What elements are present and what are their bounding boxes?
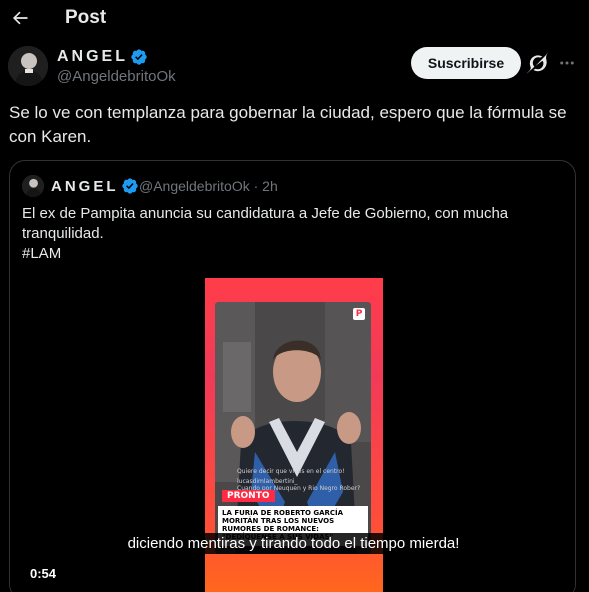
hashtag-link[interactable]: #LAM bbox=[22, 244, 542, 264]
arrow-left-icon bbox=[12, 11, 28, 25]
video-subtitle-text: diciendo mentiras y tirando todo el tiem… bbox=[123, 533, 464, 554]
page-title: Post bbox=[65, 7, 107, 28]
grok-button[interactable] bbox=[526, 50, 550, 74]
more-horizontal-icon bbox=[560, 61, 574, 65]
more-button[interactable] bbox=[556, 52, 578, 74]
pronto-badge: PRONTO bbox=[222, 490, 275, 502]
quoted-post-text: El ex de Pampita anuncia su candidatura … bbox=[22, 204, 542, 264]
channel-logo: P bbox=[353, 308, 365, 320]
quoted-avatar bbox=[22, 175, 44, 197]
author-handle[interactable]: @AngeldebritoOk bbox=[57, 68, 176, 85]
author-name[interactable]: ANGEL bbox=[57, 48, 128, 66]
quoted-post[interactable]: ANGEL @AngeldebritoOk · 2h El ex de Pamp… bbox=[9, 160, 576, 592]
verified-badge-icon bbox=[131, 49, 147, 65]
verified-badge-icon bbox=[121, 178, 138, 194]
video-comment-top: Quiere decir que vives en el centro! bbox=[237, 468, 345, 475]
quoted-meta: @AngeldebritoOk · 2h bbox=[139, 178, 278, 194]
quoted-post-header: ANGEL @AngeldebritoOk · 2h bbox=[22, 175, 562, 197]
top-bar: Post bbox=[0, 0, 589, 36]
quoted-author-name: ANGEL bbox=[51, 177, 119, 195]
avatar[interactable] bbox=[8, 46, 48, 86]
author-name-row[interactable]: ANGEL bbox=[57, 48, 148, 66]
video-comment-user: lucasdimlambertini_ bbox=[237, 478, 298, 485]
quoted-author-name-row: ANGEL bbox=[51, 177, 139, 195]
post-text: Se lo ve con templanza para gobernar la … bbox=[9, 103, 567, 146]
back-button[interactable] bbox=[6, 4, 34, 32]
video-scene: P Quiere decir que vives en el centro! l… bbox=[215, 302, 371, 554]
video-player[interactable]: P Quiere decir que vives en el centro! l… bbox=[10, 267, 575, 592]
grok-icon bbox=[526, 50, 550, 74]
video-subtitle: diciendo mentiras y tirando todo el tiem… bbox=[10, 533, 575, 554]
quoted-text-body: El ex de Pampita anuncia su candidatura … bbox=[22, 205, 509, 242]
post-author: ANGEL @AngeldebritoOk Suscribirse bbox=[8, 46, 583, 90]
quoted-post-time: · 2h bbox=[253, 178, 278, 194]
quoted-author-handle: @AngeldebritoOk bbox=[139, 178, 250, 194]
video-duration: 0:54 bbox=[30, 566, 57, 581]
subscribe-button[interactable]: Suscribirse bbox=[411, 47, 521, 79]
